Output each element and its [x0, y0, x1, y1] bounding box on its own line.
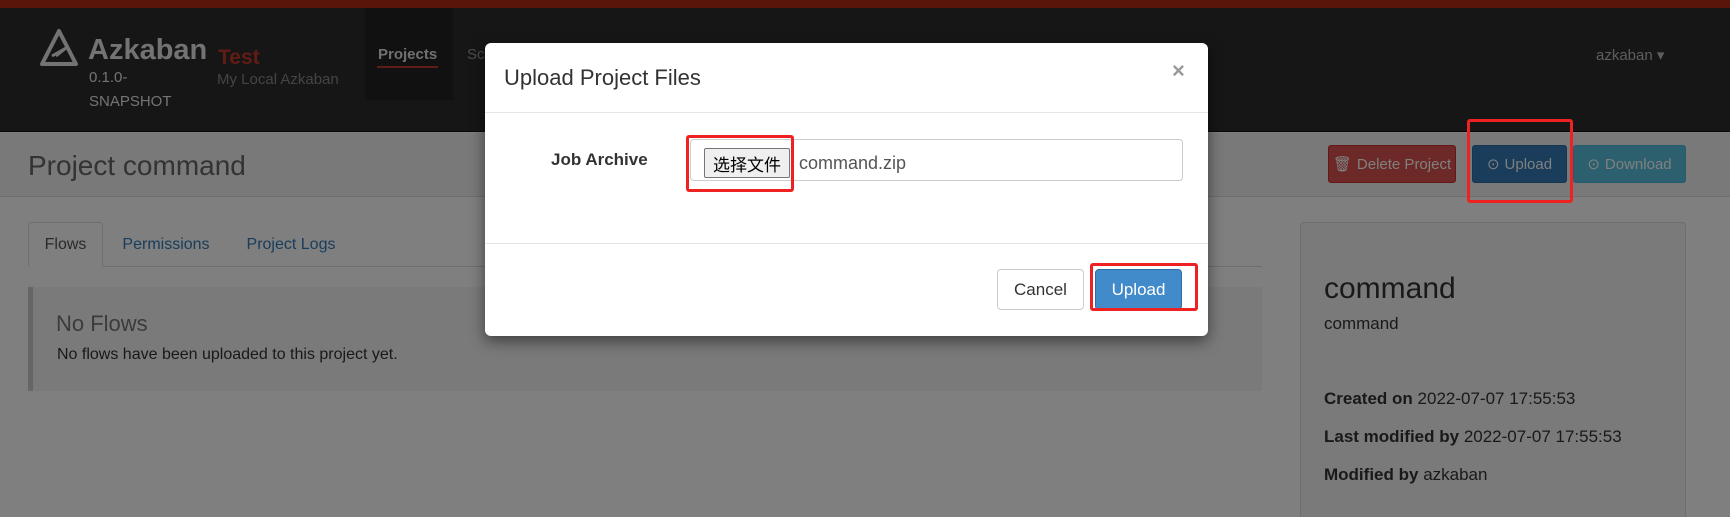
- modal-header-divider: [485, 112, 1208, 113]
- highlight-top-upload: [1467, 119, 1573, 203]
- close-icon[interactable]: ×: [1172, 58, 1185, 84]
- modal-footer-divider: [485, 243, 1208, 244]
- modal-title: Upload Project Files: [504, 65, 701, 90]
- cancel-button[interactable]: Cancel: [997, 269, 1084, 310]
- highlight-choose-file: [686, 135, 794, 192]
- selected-file-name: command.zip: [799, 153, 907, 173]
- highlight-modal-upload: [1090, 263, 1198, 311]
- job-archive-label: Job Archive: [551, 150, 648, 169]
